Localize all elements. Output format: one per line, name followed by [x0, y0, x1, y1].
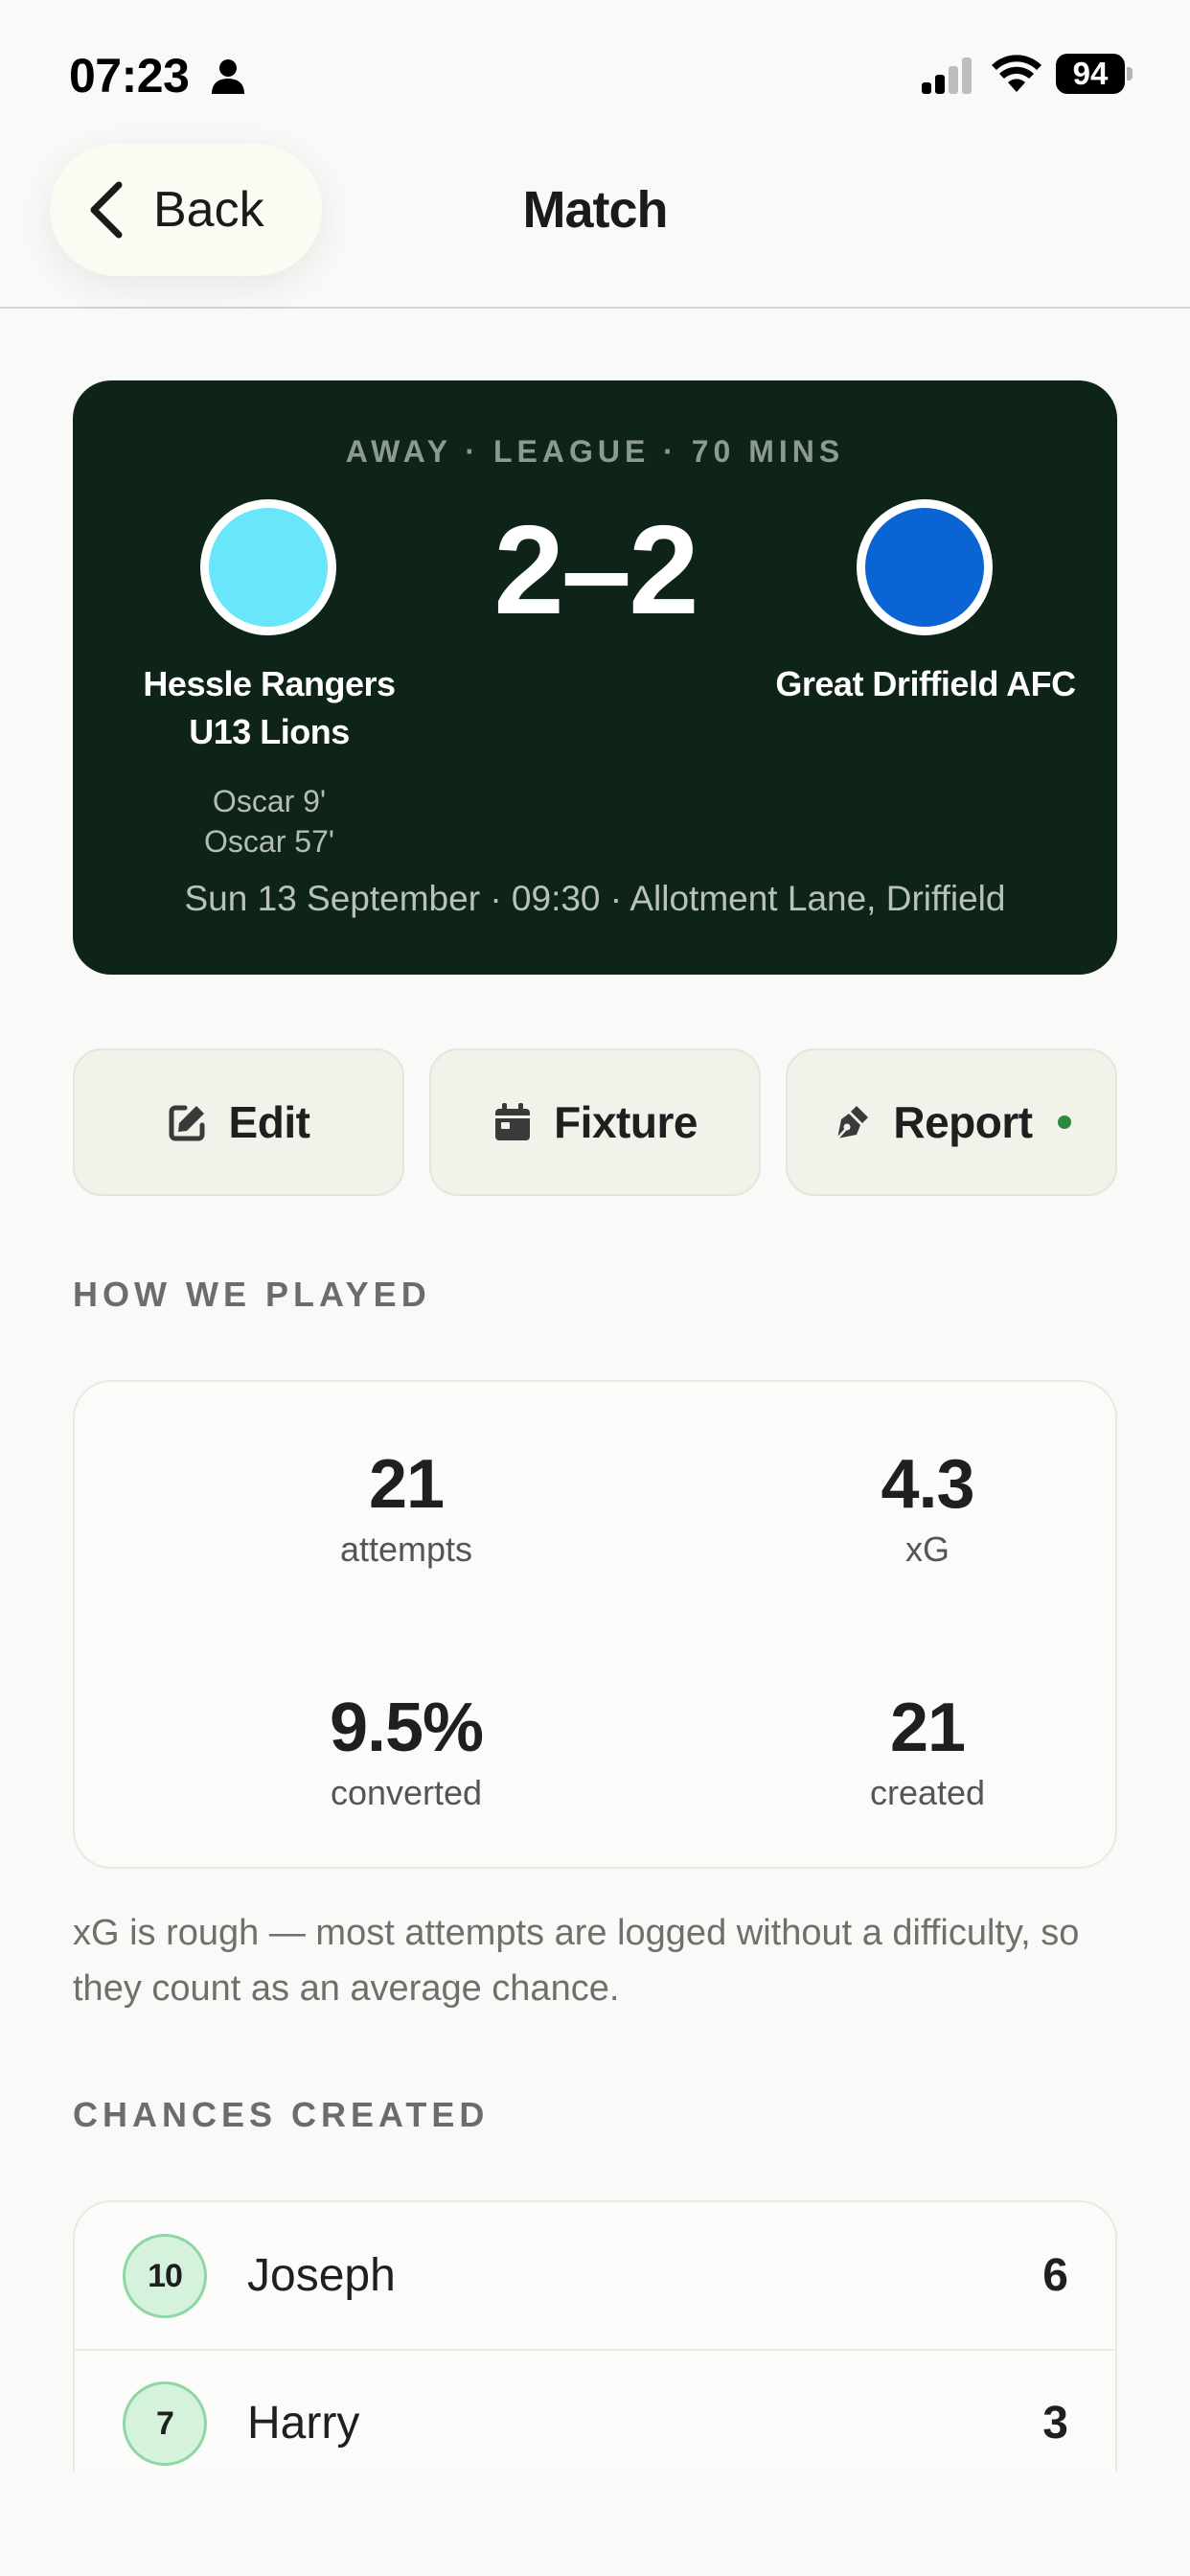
chances-created-heading: CHANCES CREATED — [73, 2095, 490, 2134]
chance-count: 6 — [1042, 2250, 1068, 2301]
stat-converted: 9.5% converted — [215, 1685, 598, 1813]
person-icon — [212, 59, 244, 94]
battery-icon: 94 — [1056, 54, 1133, 94]
away-team-name: Great Driffield AFC — [775, 664, 1076, 703]
page-title: Match — [522, 181, 668, 239]
home-team-name: Hessle Rangers U13 Lions — [143, 664, 396, 751]
scorer-entry: Oscar 9' — [212, 784, 327, 818]
stat-label: created — [869, 1773, 986, 1812]
stat-label: converted — [330, 1773, 483, 1812]
fixture-label: Fixture — [554, 1097, 698, 1147]
fixture-button[interactable]: Fixture — [429, 1048, 761, 1196]
status-bar: 07:23 94 — [0, 0, 1190, 153]
how-we-played-heading: HOW WE PLAYED — [73, 1275, 431, 1314]
match-score-card: AWAY · LEAGUE · 70 MINS 2–2 Hessle Range… — [73, 380, 1117, 975]
player-number-badge: 10 — [123, 2233, 207, 2318]
status-time: 07:23 — [69, 49, 190, 103]
stat-value: 4.3 — [881, 1446, 974, 1523]
pen-nib-icon — [836, 1106, 869, 1139]
stat-value: 21 — [889, 1690, 966, 1766]
player-number-badge: 7 — [123, 2380, 207, 2466]
stat-value: 9.5% — [329, 1690, 484, 1766]
cellular-signal-icon — [922, 58, 972, 94]
edit-button[interactable]: Edit — [73, 1048, 404, 1196]
match-info: Sun 13 September · 09:30 · Allotment Lan… — [184, 879, 1006, 918]
wifi-icon — [992, 55, 1041, 92]
nav-bar: Back Match — [0, 144, 1190, 309]
scorer-entry: Oscar 57' — [204, 824, 334, 859]
stat-label: attempts — [339, 1530, 473, 1569]
stat-xg: 4.3 xG — [736, 1441, 1119, 1570]
home-scorers: Oscar 9' Oscar 57' — [111, 781, 427, 862]
stats-card: 21 attempts 4.3 xG 9.5% converted 21 cre… — [73, 1380, 1117, 1869]
player-name: Joseph — [247, 2250, 396, 2301]
match-meta: AWAY · LEAGUE · 70 MINS — [345, 434, 845, 469]
stat-created: 21 created — [736, 1685, 1119, 1813]
edit-label: Edit — [228, 1097, 310, 1147]
edit-icon — [169, 1105, 205, 1141]
report-button[interactable]: Report — [786, 1048, 1117, 1196]
stat-attempts: 21 attempts — [215, 1441, 598, 1570]
player-name: Harry — [247, 2398, 360, 2449]
stat-value: 21 — [368, 1446, 445, 1523]
report-status-dot — [1057, 1116, 1071, 1129]
chance-count: 3 — [1042, 2398, 1068, 2449]
action-row: Edit Fixture Report — [73, 1048, 1117, 1196]
away-team-crest — [857, 499, 993, 635]
list-item[interactable]: 10 Joseph 6 — [75, 2202, 1115, 2349]
calendar-icon — [495, 1103, 531, 1140]
report-label: Report — [893, 1097, 1033, 1147]
battery-level: 94 — [1056, 54, 1125, 94]
scroll-cutoff — [0, 2471, 1190, 2576]
stat-label: xG — [904, 1530, 950, 1569]
xg-note: xG is rough — most attempts are logged w… — [73, 1913, 1080, 2009]
